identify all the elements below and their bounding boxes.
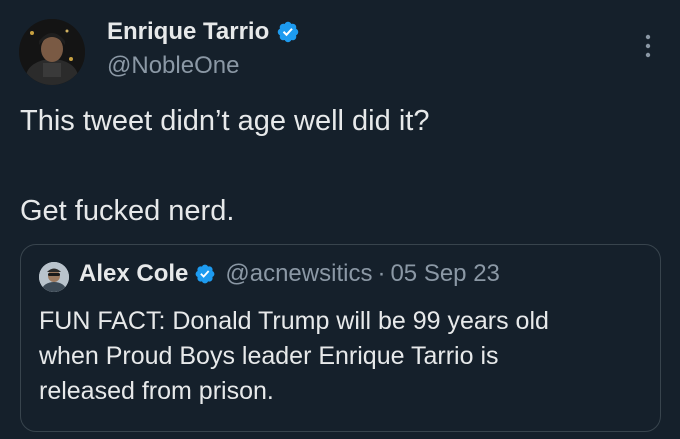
author-handle[interactable]: @NobleOne [107, 52, 239, 80]
author-avatar-image [19, 19, 85, 85]
author-avatar[interactable] [19, 19, 85, 85]
quoted-author-avatar-image [39, 262, 69, 292]
quoted-separator: · [377, 260, 386, 287]
quoted-author-avatar[interactable] [39, 262, 69, 292]
quoted-date[interactable]: 05 Sep 23 [390, 260, 499, 288]
quoted-tweet[interactable]: Alex Cole @acnewsitics · 05 Sep 23 FUN F… [20, 244, 661, 432]
tweet-text-line-1: This tweet didn’t age well did it? [20, 105, 430, 137]
tweet-card: Enrique Tarrio @NobleOne This tweet didn… [0, 0, 680, 439]
quoted-header: Alex Cole @acnewsitics · 05 Sep 23 [79, 260, 500, 288]
verified-badge-icon [276, 20, 300, 44]
author-name-row[interactable]: Enrique Tarrio [107, 18, 300, 46]
quoted-display-name[interactable]: Alex Cole [79, 260, 188, 288]
quoted-tweet-text: FUN FACT: Donald Trump will be 99 years … [39, 307, 549, 405]
verified-badge-icon [194, 263, 216, 285]
quoted-handle[interactable]: @acnewsitics [225, 260, 372, 288]
more-vertical-icon[interactable] [640, 33, 656, 59]
author-display-name[interactable]: Enrique Tarrio [107, 18, 269, 46]
tweet-text-line-2: Get fucked nerd. [20, 195, 235, 227]
